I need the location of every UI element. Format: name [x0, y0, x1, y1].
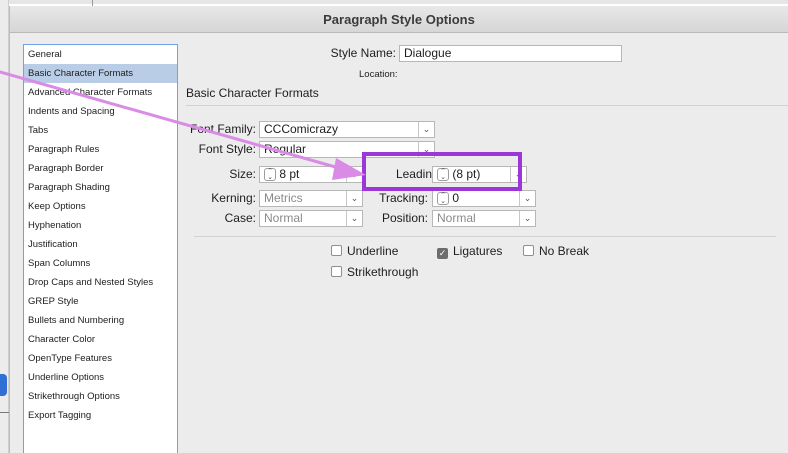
annotation-arrow-icon [0, 70, 366, 180]
